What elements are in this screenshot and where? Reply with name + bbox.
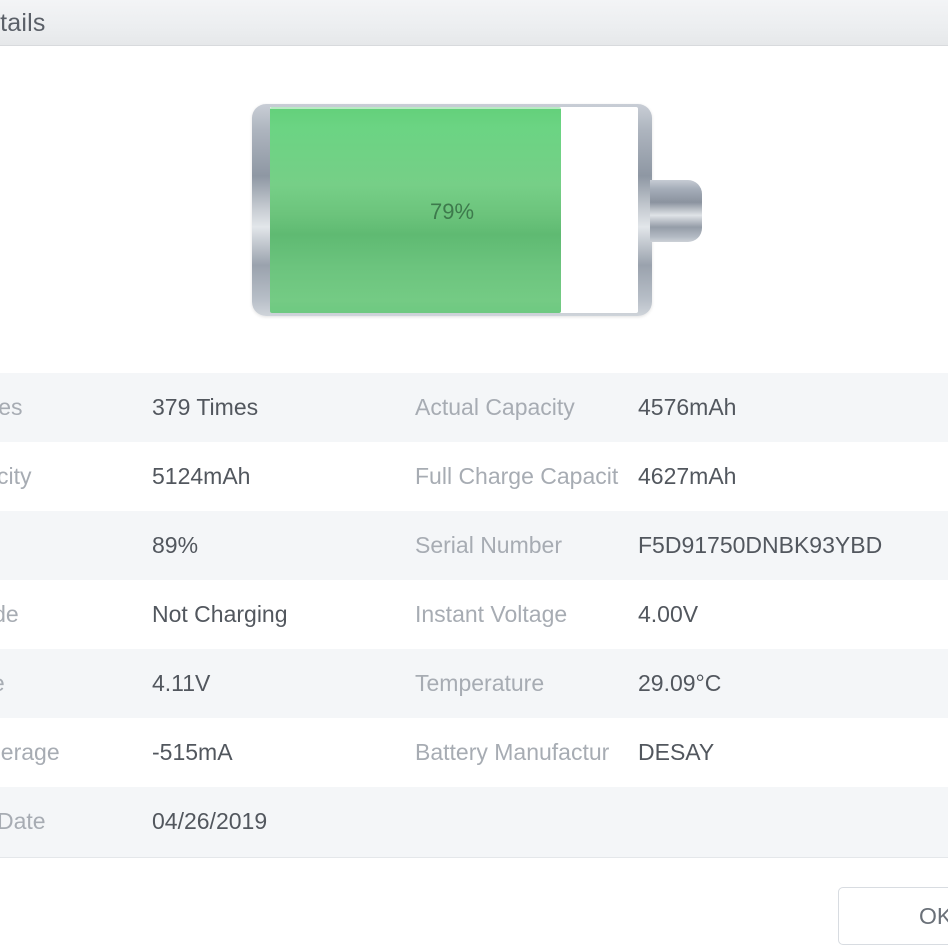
battery-graphic-area: 79%: [0, 47, 948, 367]
table-row: t Amperage -515mA Battery Manufactur DES…: [0, 718, 948, 787]
table-row: y Life 89% Serial Number F5D91750DNBK93Y…: [0, 511, 948, 580]
battery-percent-label: 79%: [429, 199, 475, 224]
battery-terminal-nub: [650, 180, 702, 242]
battery-details-table: e Times 379 Times Actual Capacity 4576mA…: [0, 373, 948, 878]
detail-value: 5124mAh: [152, 463, 251, 489]
detail-value: 4576mAh: [638, 394, 737, 420]
detail-label: oltage: [0, 649, 152, 718]
detail-value: 4627mAh: [638, 463, 737, 489]
detail-label: e Mode: [0, 601, 19, 627]
table-row: oltage 4.11V Temperature 29.09°C: [0, 649, 948, 718]
table-row: e Times 379 Times Actual Capacity 4576mA…: [0, 373, 948, 442]
detail-label: Actual Capacity: [415, 394, 575, 420]
battery-icon: 79%: [252, 104, 702, 316]
dialog-footer: OK: [0, 857, 948, 948]
table-row: e Mode Not Charging Instant Voltage 4.00…: [0, 580, 948, 649]
detail-value: 379 Times: [152, 394, 259, 420]
detail-label: Serial Number: [415, 532, 562, 558]
table-row: ction Date 04/26/2019: [0, 787, 948, 856]
detail-label: t Amperage: [0, 739, 60, 765]
detail-label: y Life: [0, 511, 152, 580]
detail-value: F5D91750DNBK93YBD: [638, 532, 883, 558]
detail-value: 04/26/2019: [152, 808, 268, 834]
ok-button[interactable]: OK: [838, 887, 948, 945]
detail-label: Temperature: [415, 670, 545, 696]
detail-value: DESAY: [638, 739, 715, 765]
detail-value: -515mA: [152, 739, 233, 765]
detail-value: 29.09°C: [638, 670, 722, 696]
detail-label: Capacity: [0, 463, 32, 489]
detail-label: Full Charge Capacit: [415, 463, 619, 489]
window-titlebar: etails: [0, 0, 948, 46]
detail-label: [415, 787, 633, 856]
table-row: Capacity 5124mAh Full Charge Capacit 462…: [0, 442, 948, 511]
detail-value: Not Charging: [152, 601, 288, 627]
detail-label: Battery Manufactur: [415, 739, 610, 765]
detail-label: ction Date: [0, 808, 46, 834]
detail-value: 4.11V: [152, 670, 211, 696]
detail-label: Instant Voltage: [415, 601, 568, 627]
detail-value: [638, 787, 938, 856]
window-title: etails: [0, 9, 46, 37]
detail-value: 4.00V: [638, 601, 699, 627]
battery-details-dialog: etails 79% e Times 379 Times Actual Capa…: [0, 0, 948, 948]
detail-value: 89%: [152, 532, 199, 558]
detail-label: e Times: [0, 394, 23, 420]
